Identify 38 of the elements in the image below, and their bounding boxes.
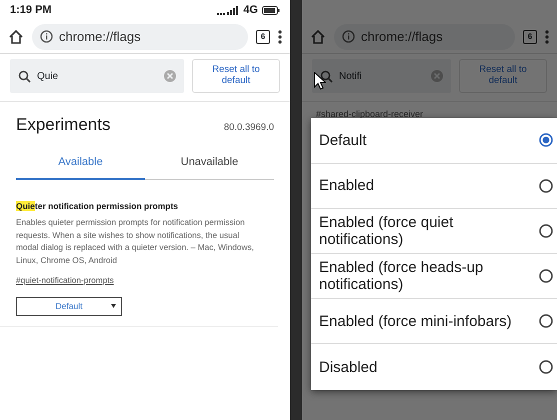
version-label: 80.0.3969.0 [224,121,274,135]
dialog-option[interactable]: Default [311,118,557,164]
menu-icon[interactable] [278,30,282,44]
dialog-option[interactable]: Enabled (force mini-infobars) [311,299,557,344]
tab[interactable]: Available [16,146,145,180]
tab-count-button[interactable]: 6 [523,30,537,44]
flag-title: Quieter notification permission prompts [16,200,180,213]
dialog-option[interactable]: Enabled (force quiet notifications) [311,209,557,254]
search-icon [320,70,333,82]
cursor-icon [314,72,326,90]
status-time: 1:19 PM [10,2,52,18]
flag-description: Enables quieter permission prompts for notification permission requests. When a site wishes to show notifications, the usual modal dialog is replaced with a quieter version. – Mac, Windows, Linux, Chrome OS, Android [16,216,255,268]
radio-button[interactable] [539,269,553,284]
battery-icon [262,6,280,14]
page-heading: Experiments [16,114,110,136]
radio-button[interactable] [539,179,553,194]
dialog-option[interactable]: Enabled (force heads-up notifications) [311,254,557,300]
radio-button[interactable] [539,314,553,328]
caret-icon [111,304,116,308]
radio-button[interactable] [539,133,553,148]
info-icon [342,30,355,43]
radio-button[interactable] [539,224,553,238]
flag-link[interactable]: #quiet-notification-prompts [16,274,114,287]
address-bar[interactable]: chrome://flags [32,24,248,50]
search-field[interactable]: Quie [10,59,184,93]
info-icon [40,30,53,43]
radio-button[interactable] [539,360,553,374]
network-label: 4G [243,2,258,18]
search-field[interactable]: Notifi [312,59,451,93]
dialog-option[interactable]: Enabled [311,164,557,210]
home-icon[interactable] [8,28,24,44]
tab-count-button[interactable]: 6 [256,30,270,44]
search-icon [18,70,31,82]
flag-dropdown[interactable]: Default [16,297,122,316]
dialog-option[interactable]: Disabled [311,344,557,390]
tab[interactable]: Unavailable [145,146,274,180]
reset-all-button[interactable]: Reset all to default [192,59,280,93]
signal-icon [217,6,240,14]
